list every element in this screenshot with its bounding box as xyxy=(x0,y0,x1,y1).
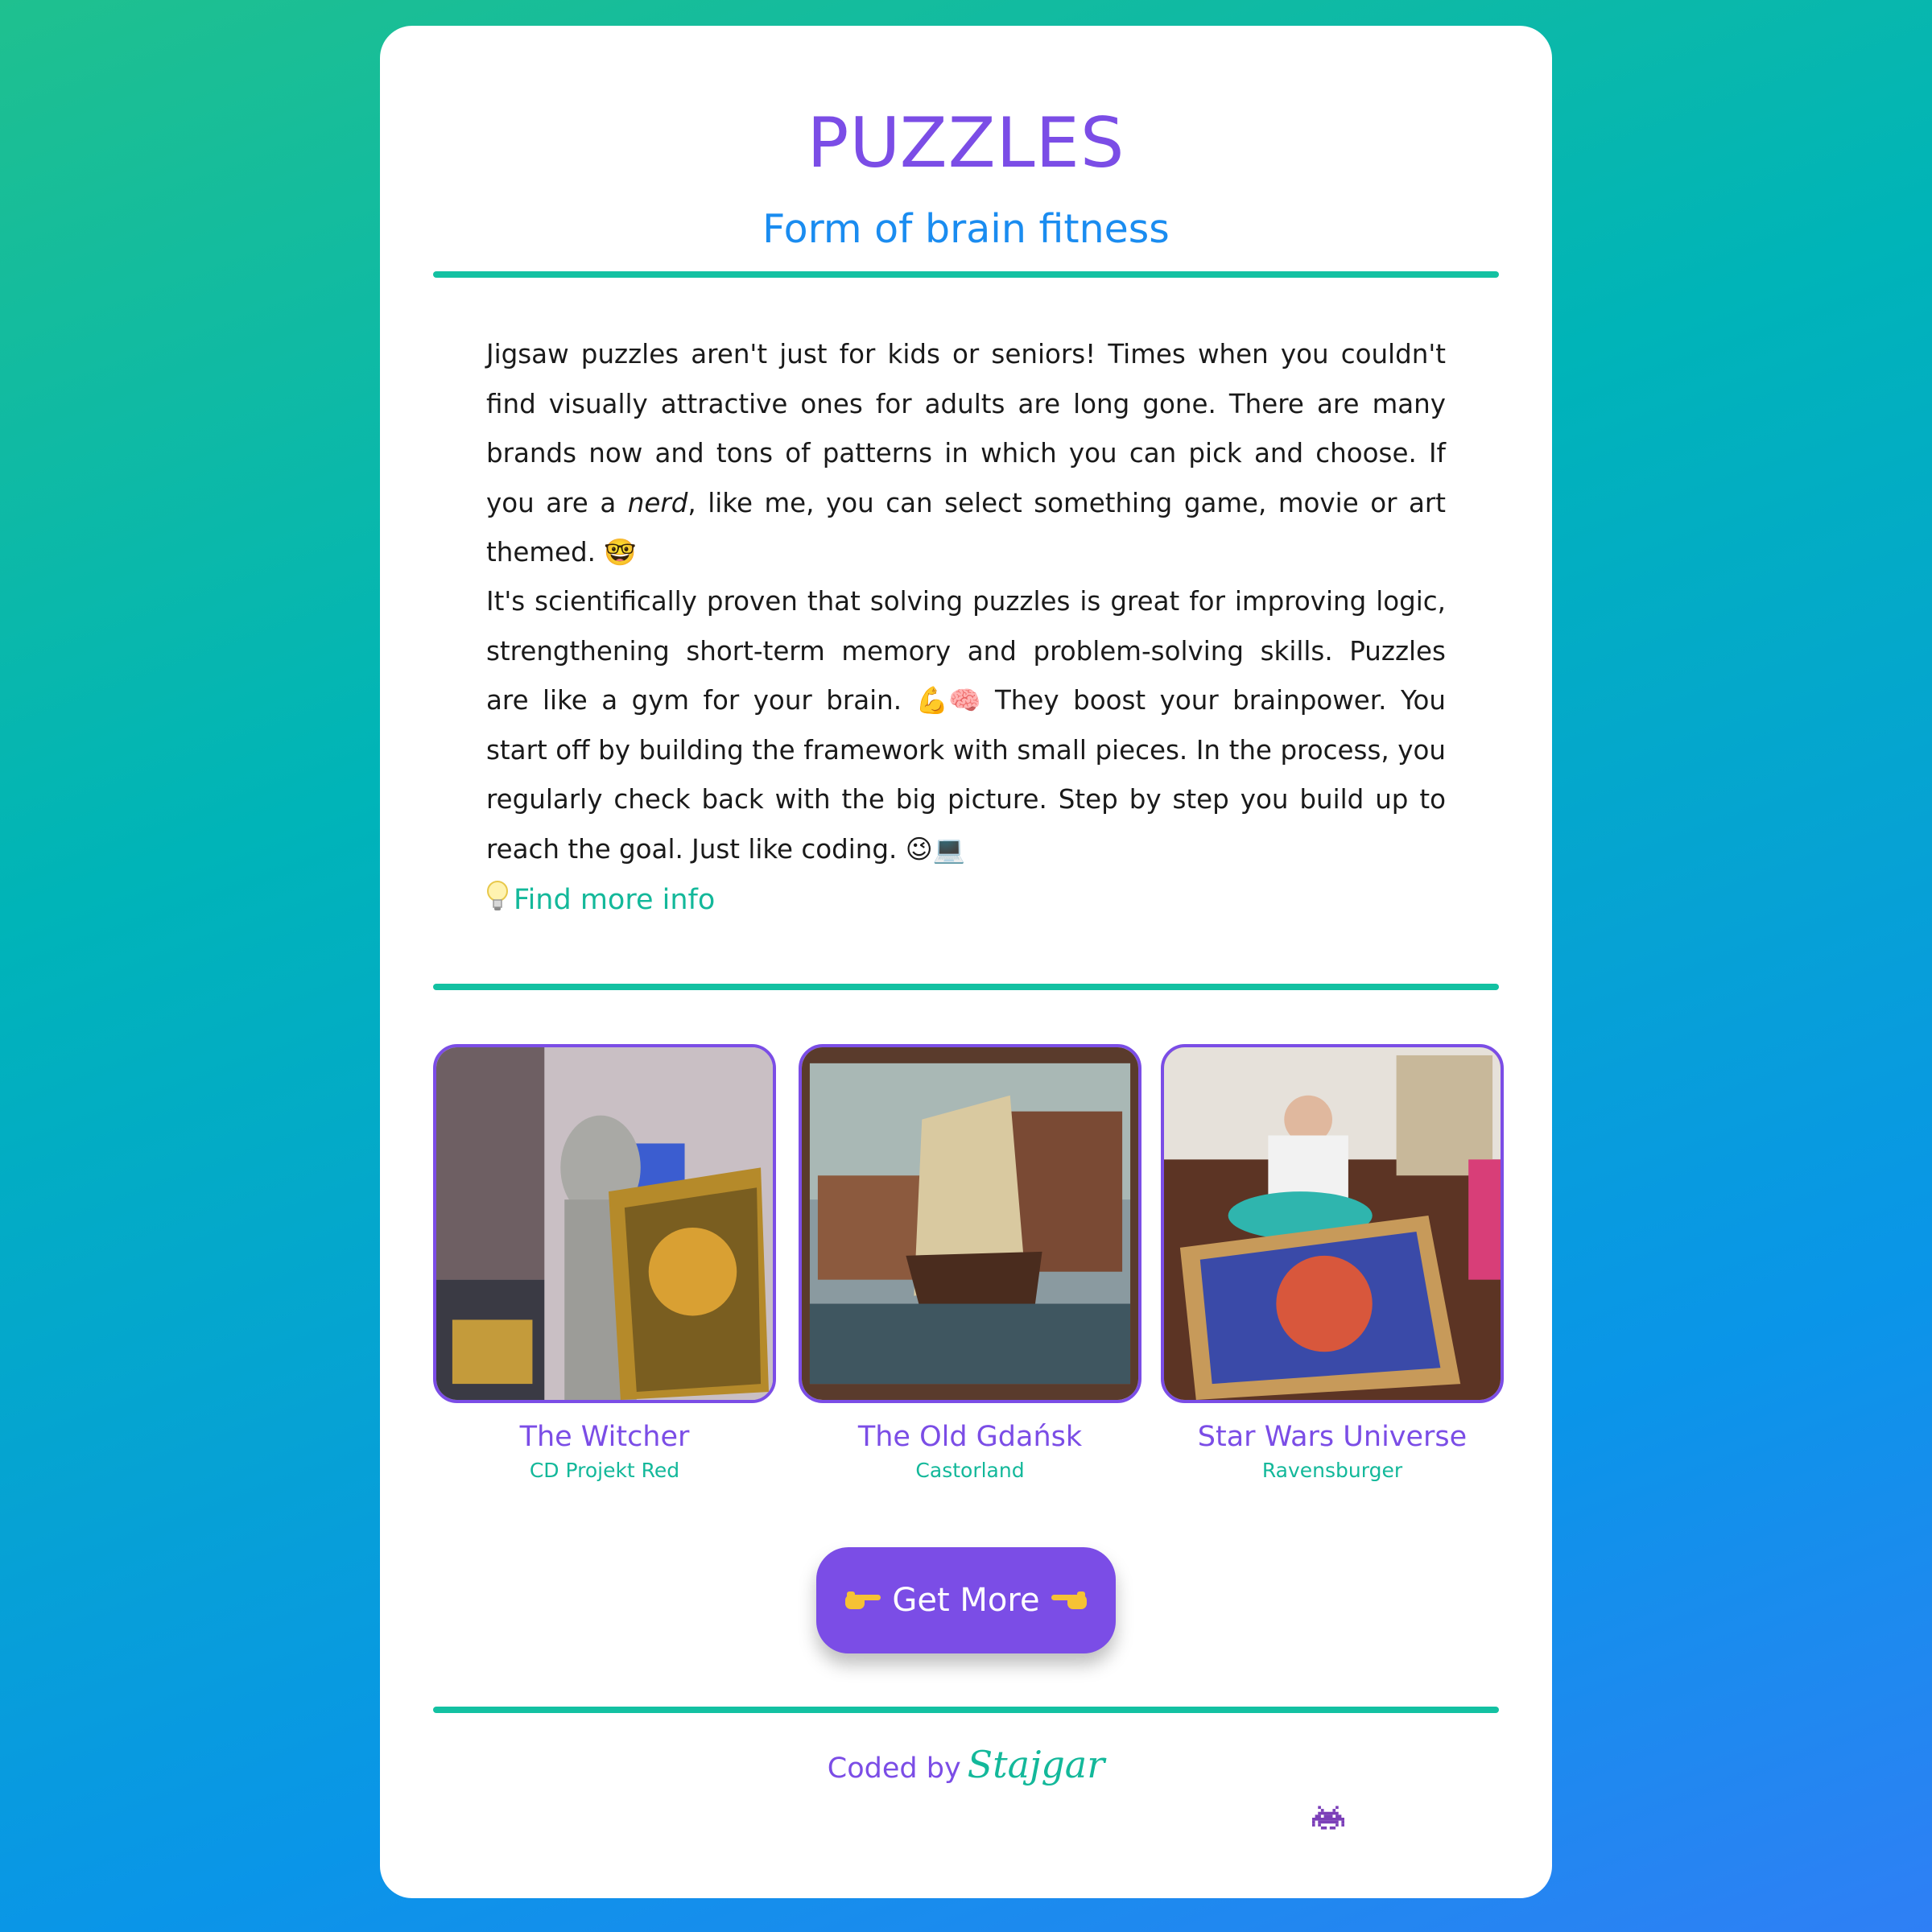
intro-emphasis: nerd xyxy=(627,487,688,518)
gallery-item-brand: CD Projekt Red xyxy=(529,1459,680,1482)
lightbulb-icon xyxy=(487,881,508,910)
find-more-info-label: Find more info xyxy=(514,884,716,916)
pointing-right-hand-icon xyxy=(844,1591,881,1609)
divider xyxy=(433,984,1499,990)
get-more-button[interactable]: Get More xyxy=(816,1547,1116,1653)
intro-paragraph-1: Jigsaw puzzles aren't just for kids or s… xyxy=(486,330,1446,578)
nerd-face-icon: 🤓 xyxy=(604,537,637,568)
divider xyxy=(433,1707,1499,1713)
find-more-info-link[interactable]: Find more info xyxy=(486,875,715,925)
coded-by-label: Coded by xyxy=(827,1752,961,1785)
page-title: PUZZLES xyxy=(807,103,1125,184)
get-more-label: Get More xyxy=(892,1582,1040,1619)
gallery-item-star-wars[interactable]: Star Wars Universe Ravensburger xyxy=(1161,1044,1504,1485)
main-card: PUZZLES Form of brain fitness Jigsaw puz… xyxy=(380,26,1552,1898)
gallery-item-title: Star Wars Universe xyxy=(1197,1421,1468,1453)
gallery-item-title: The Witcher xyxy=(519,1421,690,1453)
footer: Coded by Stajgar xyxy=(380,1740,1552,1793)
gallery-item-witcher[interactable]: The Witcher CD Projekt Red xyxy=(433,1044,776,1485)
space-invader-icon xyxy=(1312,1806,1344,1830)
gallery-item-title: The Old Gdańsk xyxy=(857,1421,1083,1453)
gallery-item-brand: Ravensburger xyxy=(1261,1459,1403,1482)
intro-paragraph-2: It's scientifically proven that solving … xyxy=(486,577,1446,875)
divider xyxy=(433,271,1499,278)
wink-laptop-icon: 😉💻 xyxy=(905,833,966,865)
star-wars-puzzle-photo[interactable] xyxy=(1161,1044,1504,1403)
gdansk-puzzle-photo[interactable] xyxy=(799,1044,1141,1403)
gallery-item-gdansk[interactable]: The Old Gdańsk Castorland xyxy=(799,1044,1141,1485)
gallery-item-brand: Castorland xyxy=(915,1459,1025,1482)
author-link[interactable]: Stajgar xyxy=(968,1743,1105,1786)
flexed-biceps-brain-icon: 💪🧠 xyxy=(915,685,981,716)
pointing-left-hand-icon xyxy=(1051,1591,1088,1609)
page-subtitle: Form of brain fitness xyxy=(762,206,1170,252)
witcher-puzzle-photo[interactable] xyxy=(433,1044,776,1403)
